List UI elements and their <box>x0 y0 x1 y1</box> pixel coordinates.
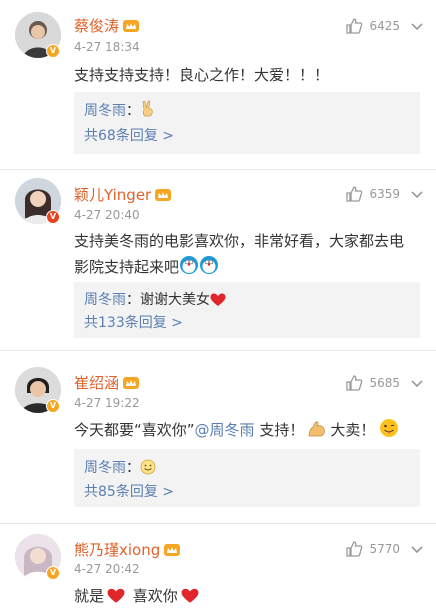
mention-link[interactable]: @周冬雨 <box>195 421 255 439</box>
chevron-down-icon[interactable] <box>410 545 424 555</box>
thumbs-up-icon <box>346 18 363 34</box>
chevron-down-icon[interactable] <box>410 379 424 389</box>
comment-text: 支持美冬雨的电影喜欢你，非常好看，大家都去电 影院支持起来吧 <box>74 228 424 283</box>
flexed-biceps-icon <box>307 420 327 446</box>
comment-time: 4-27 20:42 <box>74 562 140 576</box>
comment-text: 就是 喜欢你 <box>74 583 424 608</box>
vip-crown-icon <box>155 188 172 201</box>
heart-icon <box>107 586 125 608</box>
comment-text-line: 支持美冬雨的电影喜欢你，非常好看，大家都去电 <box>74 232 405 250</box>
comment-text-line: 影院支持起来吧 <box>74 254 424 283</box>
like-button[interactable]: 5770 <box>345 540 400 558</box>
reply-box[interactable]: 周冬雨：谢谢大美女 共133条回复 > <box>74 282 420 338</box>
comment-author[interactable]: 崔绍涵 <box>74 372 119 393</box>
reply-box[interactable]: 周冬雨： 共85条回复 > <box>74 449 420 507</box>
more-replies-link[interactable]: 共133条回复 > <box>84 312 183 332</box>
thumbs-up-icon <box>346 186 363 202</box>
chevron-down-icon[interactable] <box>410 22 424 32</box>
doraemon-icon <box>199 255 219 283</box>
like-count: 5770 <box>369 542 400 556</box>
verified-badge-icon: V <box>46 566 60 580</box>
like-button[interactable]: 5685 <box>345 374 400 392</box>
comment-text-part: 大卖！ <box>330 421 376 439</box>
verified-badge-icon: V <box>46 399 60 413</box>
victory-hand-icon <box>140 100 156 122</box>
comment-author[interactable]: 蔡俊涛 <box>74 15 119 36</box>
more-replies-link[interactable]: 共68条回复 > <box>84 125 174 145</box>
like-button[interactable]: 6359 <box>345 185 400 203</box>
verified-badge-icon: V <box>46 210 60 224</box>
comment-item: V 颖儿Yinger 4-27 20:40 6359 支持美冬雨的电影喜欢你，非… <box>0 170 436 351</box>
vip-crown-icon <box>123 19 140 32</box>
like-count: 6359 <box>369 187 400 201</box>
comment-time: 4-27 20:40 <box>74 208 140 222</box>
comment-text-part: 今天都要“喜欢你” <box>74 421 195 439</box>
vip-crown-icon <box>123 376 140 389</box>
comment-item: V 蔡俊涛 4-27 18:34 6425 支持支持支持！良心之作！大爱！！！ … <box>0 0 436 170</box>
like-count: 6425 <box>369 19 400 33</box>
thumbs-up-icon <box>346 541 363 557</box>
heart-icon <box>181 586 199 608</box>
comment-text-part: 就是 <box>74 587 105 605</box>
more-replies-link[interactable]: 共85条回复 > <box>84 481 174 501</box>
reply-author[interactable]: 周冬雨 <box>84 103 126 119</box>
verified-badge-icon: V <box>46 44 60 58</box>
comment-item: V 熊乃瑾xiong 4-27 20:42 5770 就是 喜欢你 <box>0 524 436 608</box>
comment-author[interactable]: 熊乃瑾xiong <box>74 539 160 560</box>
like-button[interactable]: 6425 <box>345 17 400 35</box>
heart-icon <box>210 293 226 311</box>
reply-box[interactable]: 周冬雨： 共68条回复 > <box>74 92 420 154</box>
smile-icon <box>140 459 156 479</box>
comment-text-tail: 影院支持起来吧 <box>74 258 180 276</box>
like-count: 5685 <box>369 376 400 390</box>
winking-tongue-face-icon <box>379 418 399 446</box>
doraemon-icon <box>179 255 199 283</box>
comment-time: 4-27 18:34 <box>74 40 140 54</box>
comment-item: V 崔绍涵 4-27 19:22 5685 今天都要“喜欢你”@周冬雨 支持！ 大… <box>0 351 436 524</box>
reply-author[interactable]: 周冬雨 <box>84 460 126 476</box>
comment-text-part: 支持！ <box>254 421 305 439</box>
reply-separator: ： <box>126 103 140 119</box>
comment-author[interactable]: 颖儿Yinger <box>74 184 151 205</box>
reply-text: 谢谢大美女 <box>140 292 210 308</box>
reply-author[interactable]: 周冬雨 <box>84 292 126 308</box>
vip-crown-icon <box>164 543 181 556</box>
thumbs-up-icon <box>346 375 363 391</box>
comment-text: 支持支持支持！良心之作！大爱！！！ <box>74 66 330 84</box>
reply-separator: ： <box>126 292 140 308</box>
comment-text: 今天都要“喜欢你”@周冬雨 支持！ 大卖！ <box>74 417 424 446</box>
comment-text-part: 喜欢你 <box>128 587 178 605</box>
reply-separator: ： <box>126 460 140 476</box>
comment-time: 4-27 19:22 <box>74 396 140 410</box>
chevron-down-icon[interactable] <box>410 190 424 200</box>
